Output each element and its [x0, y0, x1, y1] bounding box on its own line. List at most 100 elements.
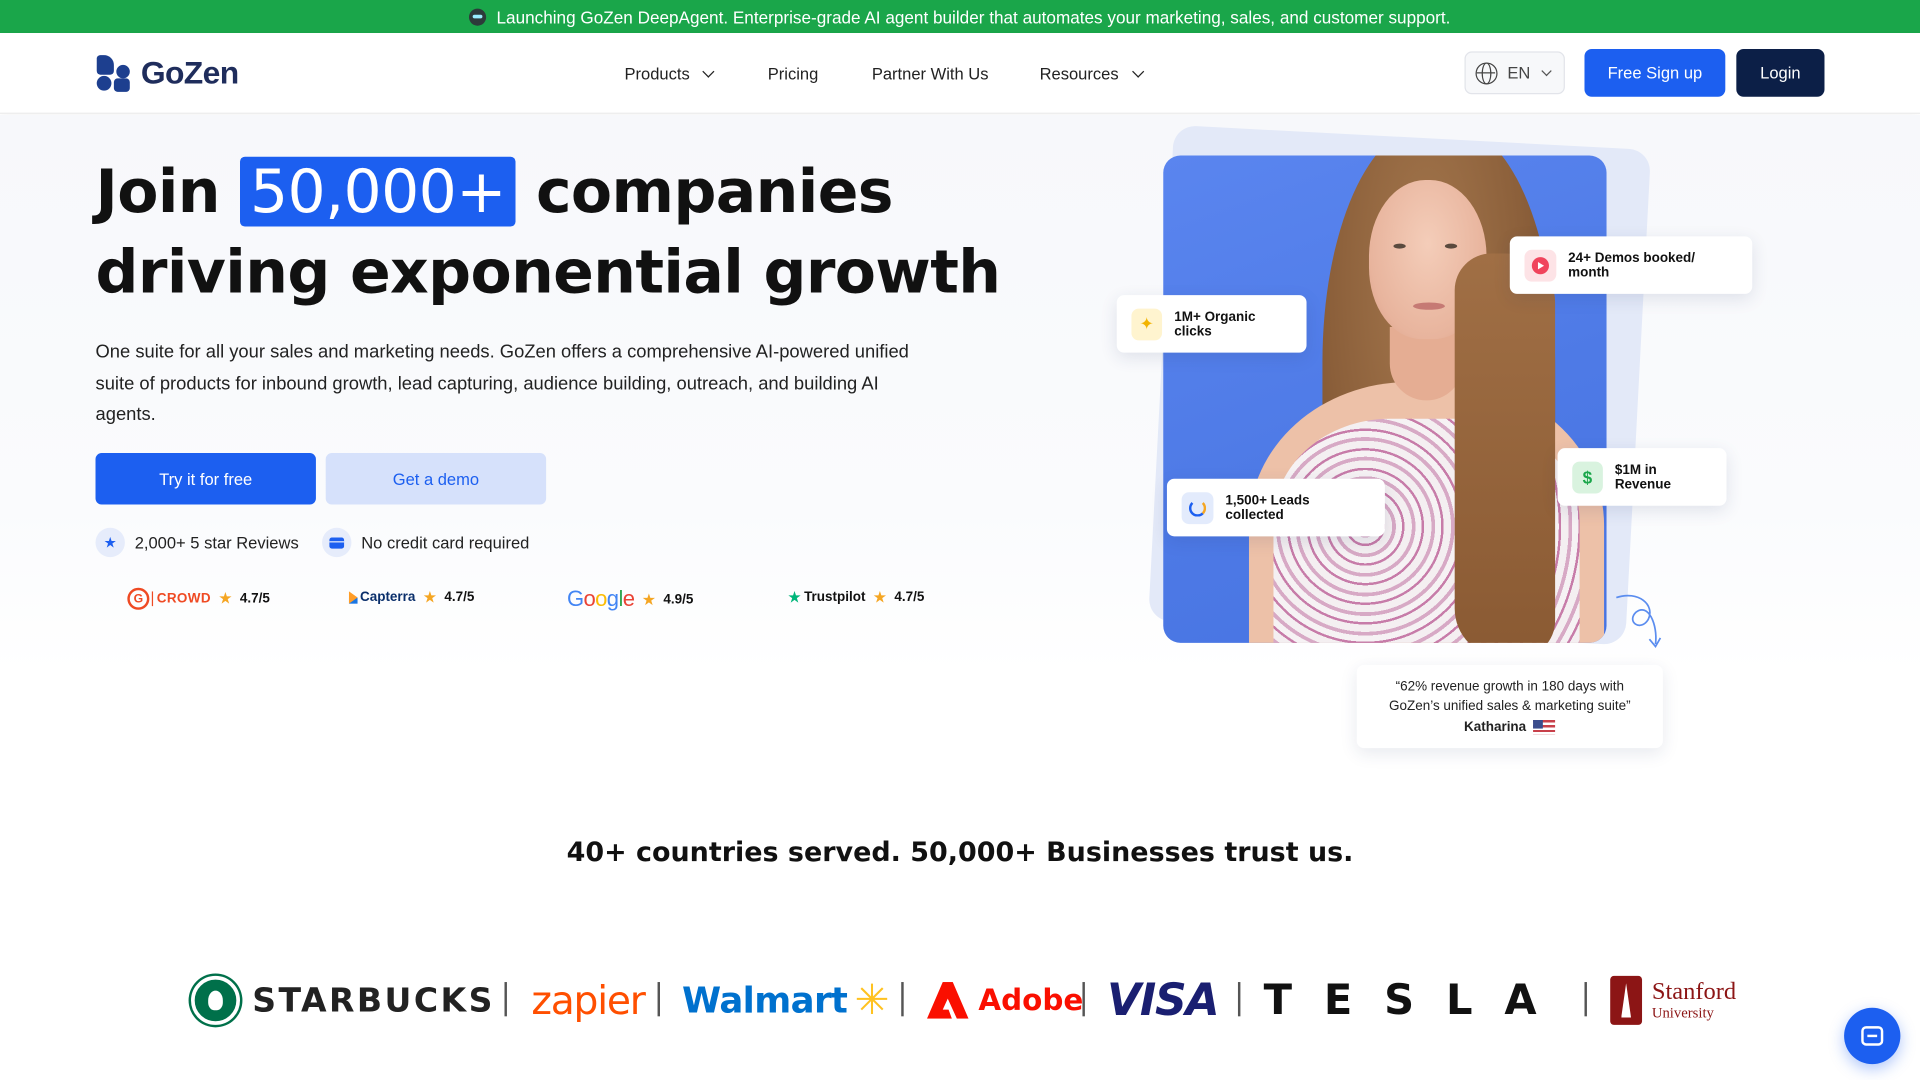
adobe-logo: Adobe — [926, 971, 1084, 1030]
adobe-icon — [926, 982, 969, 1019]
headline-highlight: 50,000+ — [240, 156, 516, 227]
nav-item-products[interactable]: Products — [624, 33, 715, 114]
capterra-logo: Capterra — [348, 590, 415, 605]
perk-text: No credit card required — [361, 533, 530, 552]
dollar-icon: $ — [1572, 461, 1603, 493]
chevron-down-icon — [702, 64, 715, 78]
globe-icon — [1475, 61, 1498, 84]
stat-organic-clicks: ✦ 1M+ Organic clicks — [1116, 295, 1307, 353]
nav-item-pricing[interactable]: Pricing — [768, 33, 819, 114]
language-selector[interactable]: EN — [1464, 51, 1565, 95]
google-logo: Google — [566, 586, 635, 612]
rating-capterra: Capterra ★ 4.7/5 — [348, 587, 475, 608]
testimonial-author: Katharina — [1357, 718, 1663, 738]
stat-text: 1,500+ Leads collected — [1225, 492, 1310, 523]
login-button[interactable]: Login — [1736, 48, 1825, 97]
free-signup-button[interactable]: Free Sign up — [1584, 48, 1726, 97]
testimonial-quote: “62% revenue growth in 180 days with GoZ… — [1389, 679, 1631, 714]
nav-item-label: Products — [624, 64, 690, 83]
nav-item-resources[interactable]: Resources — [1039, 33, 1144, 114]
brand-name: TESLA — [1263, 975, 1569, 1025]
testimonial-card: “62% revenue growth in 180 days with GoZ… — [1356, 664, 1663, 749]
language-label: EN — [1507, 63, 1531, 83]
tesla-logo: TESLA — [1264, 971, 1569, 1030]
robot-icon — [469, 7, 487, 26]
brand-name: zapier — [531, 977, 645, 1024]
main-navigation: GoZen Products Pricing Partner With Us R… — [0, 33, 1920, 114]
headline-line2: driving exponential growth — [95, 237, 1002, 308]
rating-trustpilot: ★ Trustpilot ★ 4.7/5 — [787, 588, 924, 608]
hero-headline: Join 50,000+ companies driving exponenti… — [96, 152, 1001, 314]
curved-arrow-icon — [1616, 594, 1662, 649]
zapier-logo: zapier — [531, 971, 645, 1030]
stat-text: $1M in Revenue — [1614, 462, 1671, 492]
starbucks-siren-icon — [191, 975, 241, 1025]
gozen-logo-icon — [96, 54, 131, 92]
chat-widget-button[interactable] — [1844, 1007, 1901, 1065]
star-icon: ★ — [872, 587, 888, 607]
nav-item-partner[interactable]: Partner With Us — [872, 33, 989, 114]
star-icon: ★ — [218, 588, 233, 608]
headline-part: Join — [95, 156, 221, 227]
brand-name: STARBUCKS — [252, 981, 495, 1020]
logo-text: GoZen — [140, 53, 239, 91]
divider — [901, 982, 904, 1017]
starbucks-logo: STARBUCKS — [191, 971, 495, 1030]
star-icon: ★ — [422, 587, 438, 607]
author-name: Katharina — [1464, 720, 1527, 735]
stanford-tree-icon — [1610, 975, 1643, 1025]
stat-text: 1M+ Organic clicks — [1174, 309, 1256, 339]
perk-text: 2,000+ 5 star Reviews — [134, 533, 299, 552]
brand-name: Stanford — [1651, 978, 1737, 1006]
divider — [1584, 982, 1587, 1017]
try-free-button[interactable]: Try it for free — [95, 453, 316, 505]
rating-google: Google ★ 4.9/5 — [567, 587, 693, 613]
nav-item-label: Pricing — [767, 64, 819, 83]
chevron-down-icon — [1131, 64, 1144, 78]
walmart-logo: Walmart ✳ — [682, 971, 889, 1030]
perk-no-card: No credit card required — [322, 527, 530, 558]
divider — [1082, 982, 1085, 1017]
gozen-logo[interactable]: GoZen — [96, 53, 239, 92]
star-icon: ★ — [641, 589, 657, 608]
us-flag-icon — [1533, 720, 1556, 735]
play-icon — [1524, 249, 1556, 282]
refresh-icon — [1181, 491, 1214, 524]
walmart-spark-icon: ✳ — [854, 975, 890, 1025]
hero-description: One suite for all your sales and marketi… — [95, 341, 909, 425]
divider — [504, 982, 507, 1017]
star-icon: ★ — [95, 527, 125, 558]
rating-g2: G CROWD ★ 4.7/5 — [127, 587, 270, 610]
trust-headline: 40+ countries served. 50,000+ Businesses… — [566, 837, 1354, 869]
chat-icon — [1861, 1026, 1884, 1046]
credit-card-icon — [322, 527, 352, 558]
divider — [657, 982, 661, 1017]
headline-part: companies — [535, 156, 894, 227]
chevron-down-icon — [1541, 65, 1552, 76]
trustpilot-logo: ★ Trustpilot — [787, 587, 866, 607]
g2-crowd-logo: G CROWD — [127, 587, 211, 610]
rating-score: 4.7/5 — [444, 590, 475, 605]
rating-score: 4.7/5 — [894, 590, 925, 605]
stat-revenue: $ $1M in Revenue — [1557, 448, 1727, 506]
stat-leads: 1,500+ Leads collected — [1166, 478, 1385, 537]
brand-name: Walmart — [682, 979, 848, 1022]
get-demo-button[interactable]: Get a demo — [325, 453, 547, 505]
visa-logo: VISA — [1106, 971, 1220, 1030]
brand-name: VISA — [1106, 975, 1220, 1026]
stat-text: 24+ Demos booked/ month — [1568, 250, 1696, 280]
hero-photo — [1163, 155, 1607, 643]
announcement-text: Launching GoZen DeepAgent. Enterprise-gr… — [496, 6, 1451, 27]
divider — [1237, 982, 1241, 1017]
sparkle-icon: ✦ — [1131, 307, 1163, 340]
announcement-bar[interactable]: Launching GoZen DeepAgent. Enterprise-gr… — [0, 0, 1920, 34]
rating-score: 4.9/5 — [663, 592, 694, 607]
brand-name: Adobe — [978, 983, 1084, 1018]
stanford-logo: Stanford University — [1610, 971, 1736, 1030]
nav-item-label: Resources — [1039, 64, 1119, 83]
nav-item-label: Partner With Us — [871, 64, 989, 83]
brand-subname: University — [1651, 1004, 1714, 1022]
rating-score: 4.7/5 — [239, 591, 270, 607]
stat-demos: 24+ Demos booked/ month — [1509, 236, 1753, 294]
perk-reviews: ★ 2,000+ 5 star Reviews — [95, 527, 299, 558]
